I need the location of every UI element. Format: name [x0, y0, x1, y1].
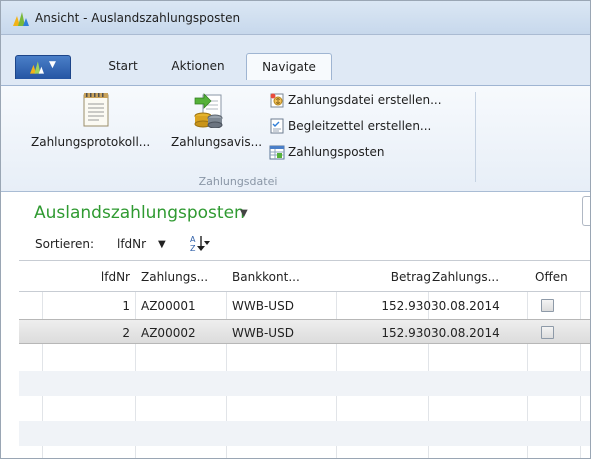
column-header-lfdnr[interactable]: lfdNr — [79, 270, 130, 284]
sort-label: Sortieren: — [35, 237, 95, 251]
column-header-zahlungsdatum[interactable]: Zahlungs... — [432, 270, 499, 284]
zahlungsposten-button[interactable]: Zahlungsposten — [269, 143, 469, 163]
cover-note-icon — [270, 118, 284, 134]
zahlungsavis-button[interactable]: Zahlungsavis... — [171, 92, 269, 162]
factbox-edge — [582, 196, 590, 226]
app-logo-icon — [30, 61, 44, 74]
empty-row — [19, 396, 590, 421]
tab-navigate[interactable]: Navigate — [246, 53, 332, 80]
tab-aktionen[interactable]: Aktionen — [163, 59, 233, 79]
zahlungsprotokoll-button[interactable]: Zahlungsprotokoll... — [31, 92, 171, 162]
cell-zahlungsdatum: 30.08.2014 — [431, 326, 500, 340]
sort-field-select[interactable]: lfdNr — [117, 237, 146, 251]
zahlungsposten-label: Zahlungsposten — [288, 145, 385, 159]
ribbon-group-label: Zahlungsdatei — [198, 175, 278, 188]
cell-lfdnr: 1 — [122, 299, 130, 313]
cell-zahlungsdatum: 30.08.2014 — [431, 299, 500, 313]
ribbon-tab-bar: ▼ Start Aktionen Navigate — [1, 35, 590, 85]
cell-betrag: 152.930 — [381, 326, 431, 340]
empty-row — [19, 446, 590, 458]
table-row[interactable]: 1 AZ00001 WWB-USD 152.930 30.08.2014 — [19, 293, 590, 318]
cell-bankkonto: WWB-USD — [232, 299, 294, 313]
payment-entries-icon — [269, 145, 285, 160]
column-header-zahlungs[interactable]: Zahlungs... — [141, 270, 208, 284]
window-title: Ansicht - Auslandszahlungsposten — [35, 11, 241, 25]
sort-field-dropdown-icon[interactable]: ▼ — [158, 239, 166, 250]
column-header-offen[interactable]: Offen — [535, 270, 568, 284]
zahlungsdatei-erstellen-label: Zahlungsdatei erstellen... — [288, 93, 442, 107]
begleitzettel-erstellen-label: Begleitzettel erstellen... — [288, 119, 432, 133]
empty-row — [19, 371, 590, 396]
offen-checkbox[interactable] — [541, 326, 554, 339]
svg-text:A: A — [190, 235, 196, 244]
create-file-icon — [270, 93, 284, 108]
payment-advice-icon — [194, 93, 223, 128]
app-logo-icon — [13, 12, 29, 26]
data-grid: lfdNr Zahlungs... Bankkont... Betrag Zah… — [19, 260, 590, 458]
empty-row — [19, 346, 590, 371]
table-row-selected[interactable]: 2 AZ00002 WWB-USD 152.930 30.08.2014 — [19, 319, 590, 344]
application-window: Ansicht - Auslandszahlungsposten ▼ Start… — [0, 0, 591, 459]
dropdown-arrow-icon: ▼ — [49, 60, 56, 70]
page-title[interactable]: Auslandszahlungsposten — [34, 203, 245, 223]
title-bar: Ansicht - Auslandszahlungsposten — [1, 1, 590, 35]
cell-lfdnr: 2 — [122, 326, 130, 340]
cell-zahlungs: AZ00001 — [141, 299, 196, 313]
tab-navigate-label: Navigate — [262, 60, 316, 74]
zahlungsavis-label: Zahlungsavis... — [171, 135, 263, 149]
chevron-down-icon[interactable]: ▼ — [240, 208, 248, 219]
application-menu-button[interactable]: ▼ — [15, 55, 71, 79]
ribbon-group-separator — [475, 92, 476, 182]
grid-header-row: lfdNr Zahlungs... Bankkont... Betrag Zah… — [19, 261, 590, 292]
svg-text:Z: Z — [190, 244, 196, 253]
zahlungsdatei-erstellen-button[interactable]: Zahlungsdatei erstellen... — [269, 91, 469, 111]
begleitzettel-erstellen-button[interactable]: Begleitzettel erstellen... — [269, 117, 469, 137]
ribbon-panel: Zahlungsprotokoll... Zahlungsavis... Zah… — [1, 85, 590, 192]
column-header-bankkonto[interactable]: Bankkont... — [232, 270, 300, 284]
protocol-document-icon — [83, 93, 109, 127]
cell-betrag: 152.930 — [381, 299, 431, 313]
offen-checkbox[interactable] — [541, 299, 554, 312]
tab-start[interactable]: Start — [99, 59, 147, 79]
cell-bankkonto: WWB-USD — [232, 326, 294, 340]
sort-direction-icon[interactable]: A Z — [187, 233, 211, 253]
empty-row — [19, 421, 590, 446]
column-header-betrag[interactable]: Betrag — [349, 270, 431, 284]
zahlungsprotokoll-label: Zahlungsprotokoll... — [31, 135, 151, 149]
cell-zahlungs: AZ00002 — [141, 326, 196, 340]
